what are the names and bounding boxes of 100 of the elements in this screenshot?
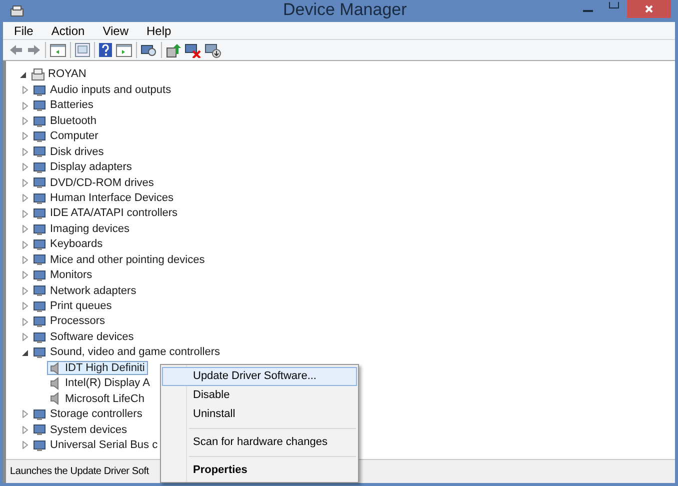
tree-item[interactable]: IDE ATA/ATAPI controllers	[32, 206, 181, 221]
tree-item[interactable]: Display adapters	[32, 160, 135, 174]
monitor-search-icon[interactable]	[141, 43, 157, 57]
tree-item[interactable]: Computer	[32, 129, 102, 144]
tree-item[interactable]: Imaging devices	[32, 222, 132, 236]
app-icon	[10, 5, 24, 17]
device-icon	[33, 222, 47, 236]
tree-item[interactable]: Sound, video and game controllers	[32, 346, 223, 360]
expand-icon[interactable]	[22, 86, 29, 94]
expand-icon[interactable]	[22, 441, 29, 450]
expand-icon[interactable]	[22, 333, 29, 342]
context-menu-item[interactable]: Uninstall	[162, 405, 357, 424]
expand-icon[interactable]	[22, 148, 29, 156]
item-label: Processors	[50, 314, 106, 330]
item-label: Bluetooth	[50, 114, 96, 129]
menu-item[interactable]: Help	[142, 22, 176, 40]
context-menu-item[interactable]: Properties	[162, 461, 357, 480]
expand-icon[interactable]	[22, 426, 29, 434]
device-icon	[33, 99, 47, 112]
disable-device-icon[interactable]	[205, 42, 221, 58]
tree-item[interactable]: IDT High Definiti	[47, 361, 148, 376]
expand-icon[interactable]	[22, 225, 29, 234]
help-icon[interactable]	[99, 43, 112, 57]
expand-icon[interactable]	[22, 210, 29, 218]
item-label: System devices	[50, 422, 128, 438]
item-label: Software devices	[50, 330, 134, 345]
expand-icon[interactable]	[22, 163, 29, 172]
tree-item[interactable]: ROYAN	[30, 68, 90, 82]
device-icon	[33, 238, 47, 252]
item-label: Keyboards	[50, 237, 103, 252]
collapse-icon[interactable]	[22, 348, 29, 357]
expand-icon[interactable]	[22, 117, 29, 126]
tree-item[interactable]: Software devices	[32, 330, 137, 344]
collapse-icon[interactable]	[20, 70, 27, 79]
tree-item[interactable]: Universal Serial Bus c	[32, 438, 161, 452]
console-tree-icon[interactable]	[50, 44, 66, 56]
properties-icon[interactable]	[75, 43, 90, 57]
tree-item[interactable]: Microsoft LifeCh	[47, 392, 148, 406]
tree-item[interactable]: Processors	[32, 314, 108, 329]
expand-icon[interactable]	[22, 410, 29, 418]
expand-icon[interactable]	[22, 240, 29, 249]
update-driver-icon[interactable]	[166, 42, 181, 58]
device-icon	[33, 207, 47, 220]
action-pane-icon[interactable]	[116, 44, 132, 56]
window-title: Device Manager	[283, 0, 407, 21]
device-icon	[33, 114, 47, 128]
tree-item[interactable]: Mice and other pointing devices	[32, 252, 208, 267]
tree-item[interactable]: Human Interface Devices	[32, 191, 176, 206]
device-icon	[33, 130, 47, 143]
tree-item[interactable]: Storage controllers	[32, 407, 146, 422]
menu-item[interactable]: View	[98, 22, 134, 40]
forward-icon[interactable]	[27, 44, 41, 56]
expand-icon[interactable]	[22, 271, 29, 280]
close-icon	[645, 5, 653, 13]
context-menu-item[interactable]: Update Driver Software...	[162, 367, 357, 386]
tree-item[interactable]: Keyboards	[32, 238, 106, 252]
maximize-icon	[609, 2, 619, 9]
minimize-icon	[583, 10, 593, 12]
close-button[interactable]	[627, 0, 671, 18]
device-icon	[33, 438, 47, 452]
tree-item[interactable]: Bluetooth	[32, 114, 100, 128]
expand-icon[interactable]	[22, 302, 29, 310]
item-label: Computer	[50, 129, 98, 144]
menu-item[interactable]: Action	[46, 22, 90, 40]
item-label: Storage controllers	[50, 407, 142, 422]
expand-icon[interactable]	[22, 194, 29, 202]
context-menu-item[interactable]: Scan for hardware changes	[162, 433, 357, 452]
tree-item[interactable]: Print queues	[32, 299, 115, 314]
back-icon[interactable]	[9, 44, 23, 56]
item-label: DVD/CD-ROM drives	[50, 176, 154, 191]
uninstall-icon[interactable]	[185, 42, 201, 58]
device-icon	[33, 192, 47, 205]
device-icon	[33, 300, 47, 313]
menu-item[interactable]: File	[9, 22, 38, 40]
device-icon	[33, 268, 47, 282]
tree-item[interactable]: Network adapters	[32, 284, 140, 298]
item-label: Human Interface Devices	[50, 190, 174, 206]
context-menu-item[interactable]: Disable	[162, 386, 357, 405]
device-icon	[33, 330, 47, 344]
expand-icon[interactable]	[22, 286, 29, 295]
tree-item[interactable]: Monitors	[32, 268, 96, 282]
tree-item[interactable]: Batteries	[32, 98, 96, 113]
tree-item[interactable]: System devices	[32, 422, 130, 437]
tree-item[interactable]: Disk drives	[32, 144, 107, 159]
item-label: Sound, video and game controllers	[50, 345, 220, 360]
tree-item[interactable]: Intel(R) Display A	[47, 376, 153, 390]
device-icon	[33, 346, 47, 360]
expand-icon[interactable]	[22, 318, 29, 326]
tree-item[interactable]: Audio inputs and outputs	[32, 83, 174, 98]
expand-icon[interactable]	[22, 102, 29, 110]
device-icon	[33, 408, 47, 421]
expand-icon[interactable]	[22, 178, 29, 187]
item-label: IDE ATA/ATAPI controllers	[50, 206, 178, 222]
expand-icon[interactable]	[22, 256, 29, 264]
device-icon	[33, 84, 47, 97]
item-label: Print queues	[50, 299, 112, 314]
item-label: Intel(R) Display A	[65, 376, 150, 392]
expand-icon[interactable]	[22, 132, 29, 140]
device-icon	[33, 423, 47, 436]
tree-item[interactable]: DVD/CD-ROM drives	[32, 176, 157, 190]
